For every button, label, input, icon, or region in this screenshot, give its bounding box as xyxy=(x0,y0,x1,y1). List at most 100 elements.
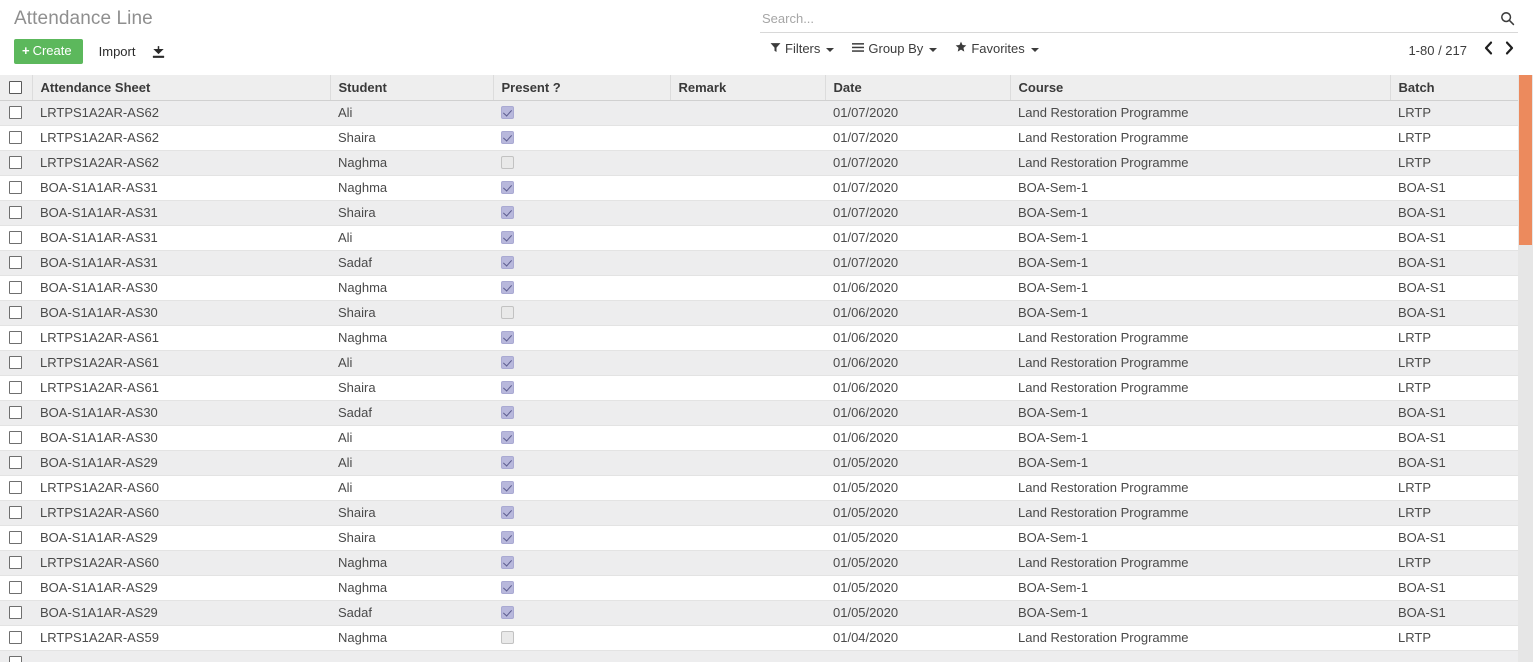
column-header-course[interactable]: Course xyxy=(1010,75,1391,101)
column-header-remark[interactable]: Remark xyxy=(670,75,826,101)
row-select-checkbox[interactable] xyxy=(9,306,22,320)
present-checkbox-checked[interactable] xyxy=(501,256,514,270)
row-select-checkbox[interactable] xyxy=(9,631,22,645)
table-row[interactable]: BOA-S1A1AR-AS30 Ali 01/06/2020 BOA-Sem-1 BOA… xyxy=(0,425,1521,451)
present-checkbox-checked[interactable] xyxy=(501,506,514,520)
groupby-dropdown[interactable]: Group By xyxy=(852,41,938,56)
present-checkbox-checked[interactable] xyxy=(501,481,514,495)
table-row[interactable] xyxy=(0,650,1521,662)
cell-present[interactable] xyxy=(493,375,670,401)
row-select-cell[interactable] xyxy=(0,150,32,176)
cell-present[interactable] xyxy=(493,625,670,651)
row-select-checkbox[interactable] xyxy=(9,381,22,395)
cell-present[interactable] xyxy=(493,250,670,276)
select-all-checkbox[interactable] xyxy=(9,80,22,94)
cell-present[interactable] xyxy=(493,400,670,426)
row-select-cell[interactable] xyxy=(0,575,32,601)
cell-present[interactable] xyxy=(493,450,670,476)
row-select-checkbox[interactable] xyxy=(9,481,22,495)
row-select-cell[interactable] xyxy=(0,225,32,251)
row-select-cell[interactable] xyxy=(0,200,32,226)
table-row[interactable]: LRTPS1A2AR-AS60 Naghma 01/05/2020 Land Rest… xyxy=(0,550,1521,576)
table-row[interactable]: LRTPS1A2AR-AS59 Naghma 01/04/2020 Land Rest… xyxy=(0,625,1521,651)
present-checkbox-checked[interactable] xyxy=(501,206,514,220)
row-select-cell[interactable] xyxy=(0,350,32,376)
chevron-left-icon[interactable] xyxy=(1479,41,1498,59)
cell-present[interactable] xyxy=(493,575,670,601)
row-select-cell[interactable] xyxy=(0,400,32,426)
search-bar[interactable] xyxy=(760,6,1518,33)
search-icon[interactable] xyxy=(1496,9,1518,31)
cell-present[interactable] xyxy=(493,200,670,226)
row-select-cell[interactable] xyxy=(0,550,32,576)
row-select-cell[interactable] xyxy=(0,375,32,401)
row-select-checkbox[interactable] xyxy=(9,506,22,520)
row-select-cell[interactable] xyxy=(0,175,32,201)
row-select-cell[interactable] xyxy=(0,475,32,501)
row-select-checkbox[interactable] xyxy=(9,206,22,220)
table-row[interactable]: BOA-S1A1AR-AS31 Sadaf 01/07/2020 BOA-Sem-1 B… xyxy=(0,250,1521,276)
table-row[interactable]: LRTPS1A2AR-AS62 Naghma 01/07/2020 Land Rest… xyxy=(0,150,1521,176)
present-checkbox-checked[interactable] xyxy=(501,406,514,420)
row-select-checkbox[interactable] xyxy=(9,106,22,120)
present-checkbox-checked[interactable] xyxy=(501,456,514,470)
select-all-header[interactable] xyxy=(0,75,33,101)
cell-present[interactable] xyxy=(493,350,670,376)
vertical-scrollbar[interactable] xyxy=(1518,75,1533,662)
present-checkbox-checked[interactable] xyxy=(501,181,514,195)
cell-present[interactable] xyxy=(493,550,670,576)
row-select-cell[interactable] xyxy=(0,450,32,476)
present-checkbox-checked[interactable] xyxy=(501,106,514,120)
row-select-cell[interactable] xyxy=(0,425,32,451)
present-checkbox-checked[interactable] xyxy=(501,281,514,295)
cell-present[interactable] xyxy=(493,600,670,626)
present-checkbox-checked[interactable] xyxy=(501,581,514,595)
row-select-checkbox[interactable] xyxy=(9,156,22,170)
present-checkbox-unchecked[interactable] xyxy=(501,156,514,170)
cell-present[interactable] xyxy=(493,100,670,126)
present-checkbox-unchecked[interactable] xyxy=(501,631,514,645)
row-select-checkbox[interactable] xyxy=(9,331,22,345)
table-row[interactable]: BOA-S1A1AR-AS29 Sadaf 01/05/2020 BOA-Sem-1 B… xyxy=(0,600,1521,626)
table-row[interactable]: BOA-S1A1AR-AS29 Ali 01/05/2020 BOA-Sem-1 BOA… xyxy=(0,450,1521,476)
column-header-attendance-sheet[interactable]: Attendance Sheet xyxy=(32,75,331,101)
table-row[interactable]: LRTPS1A2AR-AS61 Naghma 01/06/2020 Land Rest… xyxy=(0,325,1521,351)
cell-present[interactable] xyxy=(493,300,670,326)
present-checkbox-checked[interactable] xyxy=(501,556,514,570)
row-select-checkbox[interactable] xyxy=(9,606,22,620)
row-select-checkbox[interactable] xyxy=(9,231,22,245)
row-select-checkbox[interactable] xyxy=(9,556,22,570)
cell-present[interactable] xyxy=(493,325,670,351)
row-select-checkbox[interactable] xyxy=(9,456,22,470)
present-checkbox-checked[interactable] xyxy=(501,331,514,345)
column-header-student[interactable]: Student xyxy=(330,75,494,101)
row-select-checkbox[interactable] xyxy=(9,531,22,545)
table-row[interactable]: BOA-S1A1AR-AS31 Ali 01/07/2020 BOA-Sem-1 BOA… xyxy=(0,225,1521,251)
chevron-right-icon[interactable] xyxy=(1500,41,1519,59)
present-checkbox-checked[interactable] xyxy=(501,131,514,145)
cell-present[interactable] xyxy=(493,475,670,501)
row-select-cell[interactable] xyxy=(0,300,32,326)
table-row[interactable]: LRTPS1A2AR-AS61 Shaira 01/06/2020 Land Rest… xyxy=(0,375,1521,401)
row-select-cell[interactable] xyxy=(0,500,32,526)
cell-present[interactable] xyxy=(493,175,670,201)
present-checkbox-checked[interactable] xyxy=(501,531,514,545)
table-row[interactable]: BOA-S1A1AR-AS30 Sadaf 01/06/2020 BOA-Sem-1 B… xyxy=(0,400,1521,426)
row-select-cell[interactable] xyxy=(0,125,32,151)
column-header-batch[interactable]: Batch xyxy=(1390,75,1521,101)
present-checkbox-checked[interactable] xyxy=(501,606,514,620)
download-icon[interactable] xyxy=(151,45,166,60)
present-checkbox-checked[interactable] xyxy=(501,356,514,370)
row-select-cell[interactable] xyxy=(0,100,32,126)
row-select-checkbox[interactable] xyxy=(9,656,22,662)
create-button[interactable]: + Create xyxy=(14,39,83,64)
cell-present[interactable] xyxy=(493,150,670,176)
present-checkbox-checked[interactable] xyxy=(501,231,514,245)
cell-present[interactable] xyxy=(493,225,670,251)
table-row[interactable]: BOA-S1A1AR-AS30 Naghma 01/06/2020 BOA-Sem-1… xyxy=(0,275,1521,301)
table-row[interactable]: LRTPS1A2AR-AS62 Shaira 01/07/2020 Land Rest… xyxy=(0,125,1521,151)
table-row[interactable]: LRTPS1A2AR-AS61 Ali 01/06/2020 Land Restora… xyxy=(0,350,1521,376)
row-select-checkbox[interactable] xyxy=(9,181,22,195)
row-select-cell[interactable] xyxy=(0,325,32,351)
favorites-dropdown[interactable]: Favorites xyxy=(955,41,1039,56)
